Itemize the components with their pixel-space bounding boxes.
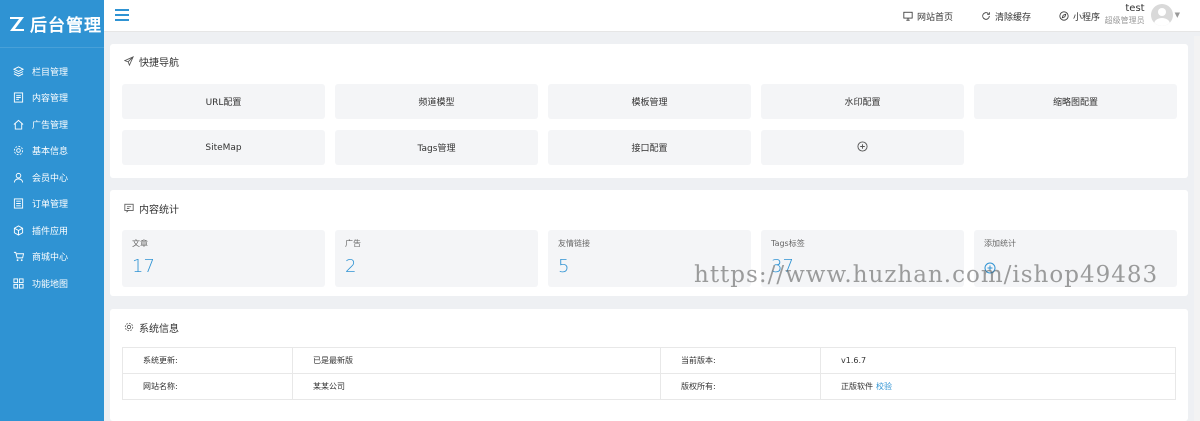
user-menu[interactable]: test 超级管理员 ▼	[1105, 3, 1180, 26]
monitor-icon	[903, 11, 913, 21]
system-info-table: 系统更新: 已是最新版 当前版本: v1.6.7 网站名称: 某某公司 版权所有…	[122, 347, 1176, 400]
sidebar-item-label: 会员中心	[32, 173, 69, 184]
top-actions: 网站首页 清除缓存 小程序	[875, 0, 1100, 32]
stat-value: 17	[132, 256, 155, 277]
table-row: 网站名称: 某某公司 版权所有: 正版软件 校验	[122, 373, 1176, 400]
user-name: test	[1125, 3, 1145, 14]
sidebar-item-basic-info[interactable]: 基本信息	[0, 138, 104, 165]
logo[interactable]: 后台管理	[0, 0, 104, 48]
clear-cache-label: 清除缓存	[994, 12, 1031, 23]
gear-icon	[12, 145, 24, 157]
quick-nav-sitemap[interactable]: SiteMap	[122, 130, 325, 165]
quick-nav-tags[interactable]: Tags管理	[335, 130, 538, 165]
stat-label: 友情链接	[558, 239, 590, 248]
plus-circle-icon	[984, 262, 996, 277]
info-key: 版权所有:	[660, 373, 821, 400]
compass-icon	[1059, 11, 1069, 21]
quick-nav-title: 快捷导航	[124, 46, 179, 76]
info-value: 某某公司	[292, 373, 661, 400]
cart-icon	[12, 251, 24, 263]
quick-nav-add-button[interactable]	[761, 130, 964, 165]
sidebar-item-column[interactable]: 栏目管理	[0, 58, 104, 85]
sidebar-item-label: 基本信息	[32, 147, 69, 158]
sidebar-item-label: 插件应用	[32, 226, 69, 237]
sidebar-item-orders[interactable]: 订单管理	[0, 191, 104, 218]
home-icon	[12, 118, 24, 130]
avatar[interactable]	[1150, 3, 1173, 26]
table-row: 系统更新: 已是最新版 当前版本: v1.6.7	[122, 347, 1176, 374]
chevron-down-icon: ▼	[1174, 10, 1180, 19]
plus-circle-icon	[857, 140, 868, 155]
logo-text: 后台管理	[30, 16, 102, 36]
info-key: 网站名称:	[122, 373, 293, 400]
stat-label: Tags标签	[771, 239, 805, 248]
info-key: 系统更新:	[122, 347, 293, 374]
send-icon	[124, 56, 134, 66]
info-value: 正版软件 校验	[820, 373, 1176, 400]
mini-program-label: 小程序	[1072, 12, 1100, 23]
stat-value: 37	[771, 256, 794, 277]
stats-card: 内容统计 文章 17 广告 2 友情链接 5 Tags标签 37 添加统计	[110, 190, 1188, 296]
message-icon	[124, 203, 134, 213]
stat-links[interactable]: 友情链接 5	[548, 230, 751, 287]
stat-ads[interactable]: 广告 2	[335, 230, 538, 287]
sidebar-item-ads[interactable]: 广告管理	[0, 111, 104, 138]
sidebar-item-label: 功能地图	[32, 279, 69, 290]
sidebar-item-map[interactable]: 功能地图	[0, 270, 104, 297]
refresh-icon	[981, 11, 991, 21]
stat-value: 2	[345, 256, 357, 277]
quick-nav-thumbnail[interactable]: 缩略图配置	[974, 84, 1177, 119]
cube-icon	[12, 224, 24, 236]
license-text: 正版软件	[841, 382, 873, 391]
clear-cache-button[interactable]: 清除缓存	[981, 10, 1031, 23]
menu-toggle-icon[interactable]	[115, 9, 129, 21]
stat-label: 文章	[132, 239, 148, 248]
stat-add-label: 添加统计	[984, 239, 1016, 248]
sidebar-menu: 栏目管理 内容管理 广告管理 基本信息 会员中心 订单管理 插件应用 商城中心	[0, 58, 104, 297]
stat-add[interactable]: 添加统计	[974, 230, 1177, 287]
user-icon	[12, 171, 24, 183]
logo-z-icon	[8, 15, 26, 33]
info-value: 已是最新版	[292, 347, 661, 374]
sidebar: 后台管理 栏目管理 内容管理 广告管理 基本信息 会员中心 订单管理 插件应用 …	[0, 0, 104, 421]
system-info-title: 系统信息	[124, 312, 179, 342]
stat-tags[interactable]: Tags标签 37	[761, 230, 964, 287]
sidebar-item-label: 栏目管理	[32, 67, 69, 78]
sidebar-item-content[interactable]: 内容管理	[0, 85, 104, 112]
sidebar-item-label: 商城中心	[32, 253, 69, 264]
gear-icon	[124, 322, 134, 332]
stat-articles[interactable]: 文章 17	[122, 230, 325, 287]
quick-nav-card: 快捷导航 URL配置 频道模型 模板管理 水印配置 缩略图配置 SiteMap …	[110, 44, 1188, 178]
site-home-label: 网站首页	[916, 12, 953, 23]
sidebar-item-label: 订单管理	[32, 200, 69, 211]
stat-value: 5	[558, 256, 570, 277]
quick-nav-template[interactable]: 模板管理	[548, 84, 751, 119]
sidebar-item-members[interactable]: 会员中心	[0, 164, 104, 191]
quick-nav-api-config[interactable]: 接口配置	[548, 130, 751, 165]
grid-icon	[12, 277, 24, 289]
sidebar-item-label: 广告管理	[32, 120, 69, 131]
topbar: 网站首页 清除缓存 小程序 test 超级管理员 ▼	[104, 0, 1200, 32]
sidebar-item-label: 内容管理	[32, 94, 69, 105]
document-icon	[12, 92, 24, 104]
scrollbar[interactable]	[1194, 36, 1200, 421]
stats-title: 内容统计	[124, 193, 179, 223]
info-value: v1.6.7	[820, 347, 1176, 374]
sidebar-item-shop[interactable]: 商城中心	[0, 244, 104, 271]
site-home-link[interactable]: 网站首页	[903, 10, 953, 23]
quick-nav-watermark[interactable]: 水印配置	[761, 84, 964, 119]
info-key: 当前版本:	[660, 347, 821, 374]
layers-icon	[12, 65, 24, 77]
sidebar-item-plugins[interactable]: 插件应用	[0, 217, 104, 244]
verify-link[interactable]: 校验	[876, 382, 892, 391]
user-role: 超级管理员	[1104, 16, 1145, 25]
mini-program-link[interactable]: 小程序	[1059, 10, 1100, 23]
quick-nav-channel-model[interactable]: 频道模型	[335, 84, 538, 119]
list-icon	[12, 198, 24, 210]
system-info-card: 系统信息 系统更新: 已是最新版 当前版本: v1.6.7 网站名称: 某某公司…	[110, 309, 1188, 421]
stat-label: 广告	[345, 239, 361, 248]
quick-nav-url-config[interactable]: URL配置	[122, 84, 325, 119]
